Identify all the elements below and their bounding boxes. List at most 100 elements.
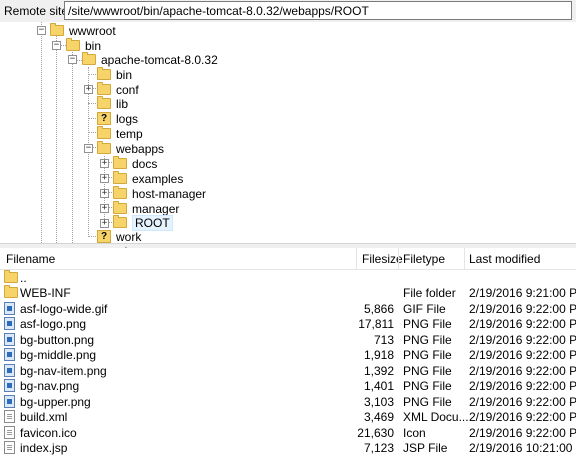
file-row[interactable]: bg-upper.png 3,103 PNG File 2/19/2016 9:… xyxy=(0,394,576,410)
tree-item-examples[interactable]: examples xyxy=(113,171,183,186)
folder-icon xyxy=(113,186,127,199)
tree-item-root[interactable]: ROOT xyxy=(113,214,173,231)
unknown-folder-icon: ? xyxy=(97,230,111,243)
tree-item-apache-tomcat[interactable]: apache-tomcat-8.0.32 xyxy=(82,52,218,67)
file-modified: 2/19/2016 9:22:00 PM xyxy=(469,426,576,440)
file-modified: 2/19/2016 9:22:00 PM xyxy=(469,348,576,362)
expand-toggle-icon[interactable]: + xyxy=(100,189,109,198)
expand-toggle-icon[interactable]: + xyxy=(100,174,109,183)
file-size: 1,401 xyxy=(363,379,394,393)
file-name: bg-upper.png xyxy=(20,395,91,409)
tree-item-temp[interactable]: temp xyxy=(97,126,143,141)
file-size: 7,123 xyxy=(363,441,394,455)
tree-item-label: temp xyxy=(116,126,143,141)
tree-item-host-manager[interactable]: host-manager xyxy=(113,186,206,201)
file-type: PNG File xyxy=(403,348,452,362)
folder-icon xyxy=(97,126,111,139)
file-row[interactable]: bg-nav.png 1,401 PNG File 2/19/2016 9:22… xyxy=(0,378,576,394)
file-name: index.jsp xyxy=(20,441,68,455)
remote-file-list: Filename Filesize Filetype Last modified… xyxy=(0,248,576,461)
tree-item-bin[interactable]: bin xyxy=(97,67,132,82)
tree-item-docs[interactable]: docs xyxy=(113,156,157,171)
remote-site-bar: Remote site: xyxy=(0,0,576,23)
tree-item-lib[interactable]: lib xyxy=(97,96,128,111)
remote-directory-tree: − wwwroot − bin − apache-tomcat-8.0.32 b… xyxy=(0,22,576,243)
column-header-filetype[interactable]: Filetype xyxy=(403,252,445,266)
file-row[interactable]: build.xml 3,469 XML Docu... 2/19/2016 9:… xyxy=(0,409,576,425)
expand-toggle-icon[interactable]: + xyxy=(84,85,93,94)
file-type: File folder xyxy=(403,286,456,300)
file-type: PNG File xyxy=(403,333,452,347)
tree-item-logs[interactable]: ? logs xyxy=(97,111,138,126)
folder-icon xyxy=(113,171,127,184)
tree-item-label: bin xyxy=(85,38,102,53)
expand-toggle-icon[interactable]: + xyxy=(100,159,109,168)
file-row[interactable]: bg-nav-item.png 1,392 PNG File 2/19/2016… xyxy=(0,363,576,379)
folder-icon xyxy=(97,96,111,109)
file-modified: 2/19/2016 9:22:00 PM xyxy=(469,333,576,347)
folder-icon xyxy=(50,23,64,36)
file-row[interactable]: index.jsp 7,123 JSP File 2/19/2016 10:21… xyxy=(0,440,576,456)
file-row[interactable]: .. xyxy=(0,270,576,286)
file-name: bg-middle.png xyxy=(20,348,97,362)
folder-icon xyxy=(82,52,96,65)
tree-item-label: examples xyxy=(132,171,184,186)
file-size: 1,918 xyxy=(363,348,394,362)
remote-site-path-input[interactable] xyxy=(64,1,572,20)
tree-item-conf[interactable]: conf xyxy=(97,82,139,97)
file-size: 3,469 xyxy=(363,410,394,424)
file-name: build.xml xyxy=(20,410,68,424)
tree-item-label: logs xyxy=(116,111,139,126)
file-row[interactable]: favicon.ico 21,630 Icon 2/19/2016 9:22:0… xyxy=(0,425,576,441)
file-row[interactable]: bg-button.png 713 PNG File 2/19/2016 9:2… xyxy=(0,332,576,348)
file-name: asf-logo-wide.gif xyxy=(20,302,108,316)
image-file-icon xyxy=(4,364,15,377)
file-name: .. xyxy=(20,271,27,285)
file-name: bg-nav.png xyxy=(20,379,80,393)
file-type: PNG File xyxy=(403,364,452,378)
collapse-toggle-icon[interactable]: − xyxy=(68,55,77,64)
file-modified: 2/19/2016 9:22:00 PM xyxy=(469,410,576,424)
column-header-filename[interactable]: Filename xyxy=(6,252,55,266)
tree-item-label: work xyxy=(116,229,142,244)
file-row[interactable]: asf-logo.png 17,811 PNG File 2/19/2016 9… xyxy=(0,316,576,332)
collapse-toggle-icon[interactable]: − xyxy=(52,41,61,50)
file-type: PNG File xyxy=(403,317,452,331)
folder-icon xyxy=(97,67,111,80)
image-file-icon xyxy=(4,317,15,330)
expand-toggle-icon[interactable]: + xyxy=(100,219,109,228)
tree-item-webapps[interactable]: webapps xyxy=(97,141,164,156)
image-file-icon xyxy=(4,333,15,346)
file-type: XML Docu... xyxy=(403,410,469,424)
file-type: PNG File xyxy=(403,379,452,393)
file-row[interactable]: asf-logo-wide.gif 5,866 GIF File 2/19/20… xyxy=(0,301,576,317)
column-header-last-modified[interactable]: Last modified xyxy=(469,252,540,266)
file-size: 3,103 xyxy=(363,395,394,409)
file-modified: 2/19/2016 9:22:00 PM xyxy=(469,379,576,393)
tree-item-wwwroot[interactable]: wwwroot xyxy=(50,23,116,38)
file-name: WEB-INF xyxy=(20,286,71,300)
file-type: Icon xyxy=(403,426,426,440)
file-modified: 2/19/2016 9:22:00 PM xyxy=(469,317,576,331)
file-modified: 2/19/2016 10:21:00 PM xyxy=(469,441,576,455)
tree-item-label: wwwroot xyxy=(69,23,116,38)
tree-item-work[interactable]: ? work xyxy=(97,229,141,243)
collapse-toggle-icon[interactable]: − xyxy=(84,144,93,153)
folder-icon xyxy=(113,156,127,169)
file-modified: 2/19/2016 9:22:00 PM xyxy=(469,364,576,378)
expand-toggle-icon[interactable]: + xyxy=(100,204,109,213)
tree-item-label: docs xyxy=(132,156,158,171)
collapse-toggle-icon[interactable]: − xyxy=(37,26,46,35)
file-name: bg-nav-item.png xyxy=(20,364,107,378)
folder-icon xyxy=(4,270,18,283)
image-file-icon xyxy=(4,379,15,392)
file-size: 1,392 xyxy=(363,364,394,378)
file-name: asf-logo.png xyxy=(20,317,87,331)
file-row[interactable]: WEB-INF File folder 2/19/2016 9:21:00 PM xyxy=(0,285,576,301)
file-row[interactable]: bg-middle.png 1,918 PNG File 2/19/2016 9… xyxy=(0,347,576,363)
file-type: PNG File xyxy=(403,395,452,409)
file-type: JSP File xyxy=(403,441,448,455)
column-header-filesize[interactable]: Filesize xyxy=(362,252,403,266)
tree-item-bin[interactable]: bin xyxy=(66,38,101,53)
file-size: 21,630 xyxy=(357,426,394,440)
